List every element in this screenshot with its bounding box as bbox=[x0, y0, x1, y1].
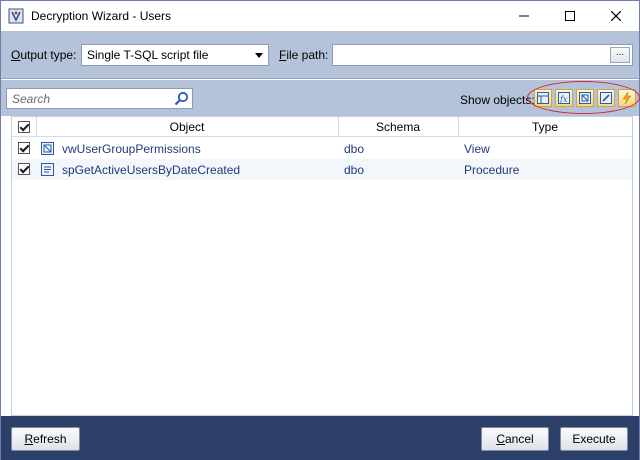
output-type-value: Single T-SQL script file bbox=[87, 48, 209, 62]
output-type-select[interactable]: Single T-SQL script file bbox=[81, 44, 269, 66]
view-icon bbox=[41, 142, 54, 155]
grid-header: Object Schema Type bbox=[12, 117, 632, 137]
title-bar: Decryption Wizard - Users bbox=[1, 1, 639, 31]
show-objects-highlight bbox=[527, 81, 640, 114]
maximize-icon bbox=[565, 11, 575, 21]
cancel-label: ancel bbox=[504, 432, 534, 446]
minimize-button[interactable] bbox=[501, 1, 547, 31]
refresh-label: efresh bbox=[33, 432, 67, 446]
output-type-label: Output type: bbox=[11, 48, 76, 62]
file-path-input[interactable]: ... bbox=[332, 44, 633, 66]
cancel-mnemonic: C bbox=[496, 432, 505, 446]
show-objects-label: Show objects: bbox=[460, 93, 535, 107]
output-type-label-text: utput type: bbox=[20, 48, 77, 62]
search-icon[interactable] bbox=[174, 91, 189, 106]
execute-button[interactable]: Execute bbox=[560, 427, 628, 451]
objects-grid: Object Schema Type vwUserGroupPermission… bbox=[11, 116, 633, 416]
minimize-icon bbox=[519, 15, 529, 17]
refresh-button[interactable]: Refresh bbox=[11, 427, 80, 451]
browse-button[interactable]: ... bbox=[610, 47, 630, 63]
schema-name: dbo bbox=[344, 142, 365, 156]
object-type: Procedure bbox=[464, 163, 520, 177]
object-name: spGetActiveUsersByDateCreated bbox=[62, 163, 241, 177]
cancel-button[interactable]: Cancel bbox=[481, 427, 549, 451]
schema-name: dbo bbox=[344, 163, 365, 177]
object-name: vwUserGroupPermissions bbox=[62, 142, 201, 156]
table-row[interactable]: spGetActiveUsersByDateCreated dbo Proced… bbox=[12, 159, 632, 180]
close-button[interactable] bbox=[593, 1, 639, 31]
file-path-label: File path: bbox=[279, 48, 328, 62]
footer-bar: Refresh Cancel Execute bbox=[1, 416, 639, 460]
procedure-icon bbox=[41, 163, 54, 176]
row-checkbox[interactable] bbox=[18, 163, 30, 175]
table-row[interactable]: vwUserGroupPermissions dbo View bbox=[12, 138, 632, 159]
window-title: Decryption Wizard - Users bbox=[31, 9, 172, 23]
search-input[interactable]: Search bbox=[6, 88, 193, 109]
output-options-panel: Output type: Single T-SQL script file Fi… bbox=[1, 31, 639, 79]
decryption-wizard-window: Decryption Wizard - Users Output type: S… bbox=[0, 0, 640, 460]
close-icon bbox=[611, 11, 621, 21]
select-all-checkbox[interactable] bbox=[18, 121, 30, 133]
refresh-mnemonic: R bbox=[24, 432, 34, 446]
chevron-down-icon bbox=[255, 53, 263, 58]
object-type: View bbox=[464, 142, 490, 156]
output-type-label-mnemonic: O bbox=[11, 48, 21, 62]
row-checkbox[interactable] bbox=[18, 142, 30, 154]
column-header-object[interactable]: Object bbox=[36, 120, 338, 134]
maximize-button[interactable] bbox=[547, 1, 593, 31]
search-placeholder: Search bbox=[12, 92, 51, 106]
column-header-type[interactable]: Type bbox=[458, 120, 632, 134]
column-header-schema[interactable]: Schema bbox=[338, 120, 458, 134]
file-path-label-text: ile path: bbox=[286, 48, 329, 62]
app-icon bbox=[8, 8, 24, 24]
